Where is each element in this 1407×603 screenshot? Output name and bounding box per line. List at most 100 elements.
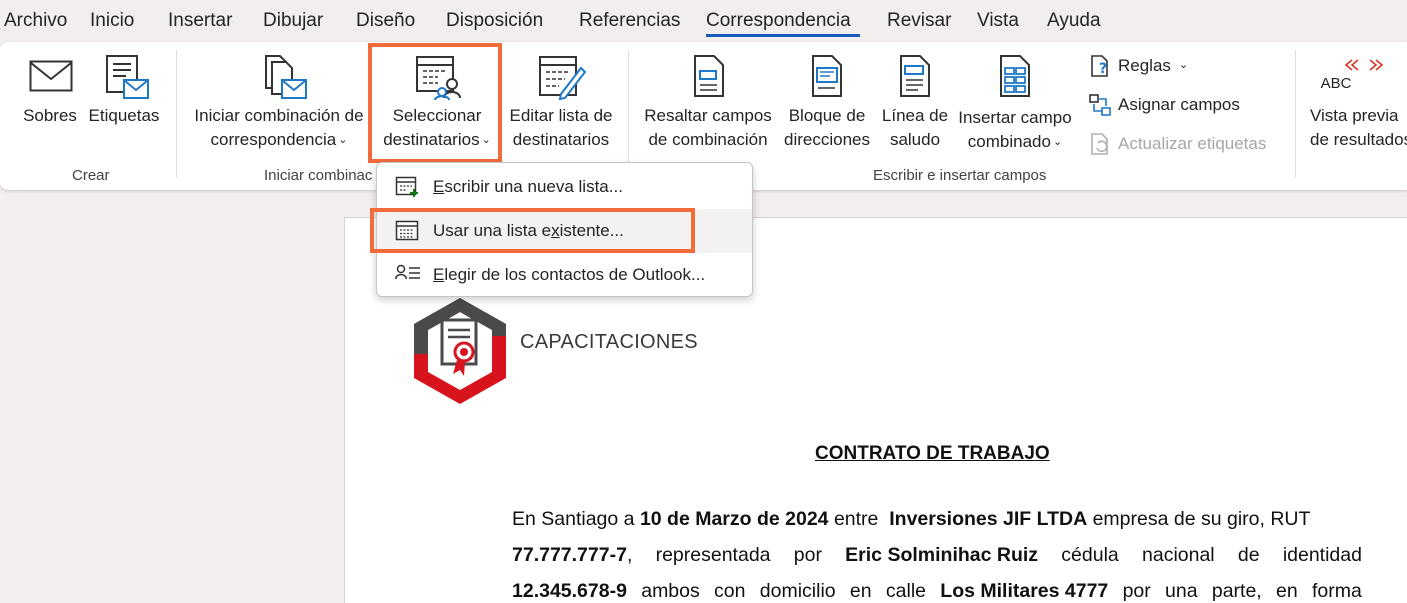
menu-item-contactos-outlook[interactable]: Elegir de los contactos de Outlook... (377, 253, 752, 297)
envelope-icon (29, 60, 73, 92)
match-fields-icon (1089, 94, 1111, 116)
rules-icon: ? (1091, 55, 1108, 77)
date-text: 10 de Marzo de 2024 (639, 508, 829, 530)
tab-vista[interactable]: Vista (977, 10, 1019, 32)
sobres-label: Sobres (23, 106, 77, 125)
paragraph-line-1: En Santiago a 10 de Marzo de 2024 entre … (512, 508, 1362, 531)
vista-label-2: de resultados (1310, 130, 1407, 149)
vista-previa-button[interactable]: ABC Vista previa de resultados (1306, 52, 1407, 156)
address-text: Los Militares 4777 (940, 580, 1109, 602)
etiquetas-button[interactable]: Etiquetas (86, 54, 162, 154)
id-number-text: 12.345.678-9 (512, 580, 627, 602)
linea-saludo-button[interactable]: Línea de saludo (878, 52, 952, 156)
document-title: CONTRATO DE TRABAJO (815, 443, 1050, 464)
resaltar-label-2: de combinación (648, 130, 768, 149)
rut-text: 77.777.777-7 (512, 544, 627, 566)
bloque-label-1: Bloque de (788, 106, 866, 125)
sobres-button[interactable]: Sobres (18, 54, 82, 154)
editar-label-1: Editar lista de (509, 106, 613, 125)
access-key: E (433, 177, 445, 196)
text-segment: con (714, 580, 746, 602)
actualizar-etiquetas-button[interactable]: Actualizar etiquetas (1088, 132, 1266, 156)
highlight-fields-icon (694, 55, 724, 97)
text-segment: entre (828, 508, 890, 530)
tab-disposicion[interactable]: Disposición (446, 10, 543, 32)
svg-text:?: ? (1099, 61, 1107, 77)
insertar-label-2-wrap: combinado ⌄ (952, 130, 1078, 156)
text-segment: representada (655, 544, 771, 566)
iniciar-label-1: Iniciar combinación de (194, 106, 364, 125)
text-segment: en (849, 580, 872, 602)
insertar-label-1: Insertar campo (958, 108, 1072, 127)
editar-lista-button[interactable]: Editar lista de destinatarios (503, 52, 619, 156)
highlight-box-seleccionar (368, 43, 502, 163)
company-name-text: Inversiones JIF LTDA (889, 508, 1088, 530)
menu-item-label: Escribir una nueva lista... (433, 177, 623, 197)
update-labels-icon (1091, 133, 1108, 155)
label-part: legir de los contactos de Outlook... (444, 265, 706, 284)
paragraph-line-2: 77.777.777-7, representada por Eric Solm… (512, 544, 1362, 567)
text-segment: cédula (1061, 544, 1119, 566)
tab-dibujar[interactable]: Dibujar (263, 10, 323, 32)
menu-item-label: Elegir de los contactos de Outlook... (433, 265, 705, 285)
reglas-button[interactable]: ? Reglas ⌄ (1088, 54, 1188, 78)
text-segment: calle (885, 580, 926, 602)
tab-inicio[interactable]: Inicio (90, 10, 134, 32)
tab-diseno[interactable]: Diseño (356, 10, 415, 32)
iniciar-combinacion-button[interactable]: Iniciar combinación de correspondencia ⌄ (186, 52, 372, 156)
paragraph-line-3: 12.345.678-9 ambos con domicilio en call… (512, 580, 1362, 603)
address-block-icon (812, 55, 842, 97)
chevron-down-icon: ⌄ (1178, 58, 1189, 71)
chevron-down-icon: ⌄ (1052, 136, 1063, 148)
group-separator (628, 50, 629, 178)
menu-tabs: Archivo Inicio Insertar Dibujar Diseño D… (0, 0, 1407, 42)
resaltar-label-1: Resaltar campos (644, 106, 772, 125)
tab-correspondencia[interactable]: Correspondencia (706, 10, 851, 32)
group-label-escribir: Escribir e insertar campos (873, 167, 1047, 184)
actualizar-label: Actualizar etiquetas (1118, 134, 1267, 153)
insertar-campo-combinado-button[interactable]: Insertar campo combinado ⌄ (952, 52, 1078, 158)
iniciar-label-2: correspondencia (210, 130, 337, 149)
representative-name-text: Eric Solminihac Ruiz (845, 544, 1039, 566)
asignar-campos-button[interactable]: Asignar campos (1088, 93, 1240, 117)
labels-icon (106, 55, 149, 99)
bloque-label-2: direcciones (784, 130, 870, 149)
text-segment: parte, (1211, 580, 1262, 602)
brand-name: CAPACITACIONES (520, 331, 698, 353)
active-tab-indicator (706, 34, 860, 37)
tab-referencias[interactable]: Referencias (579, 10, 680, 32)
insertar-label-2: combinado (967, 132, 1051, 151)
linea-label-1: Línea de (881, 106, 949, 125)
iniciar-label-2-wrap: correspondencia ⌄ (186, 128, 372, 154)
reglas-label: Reglas (1118, 56, 1171, 75)
group-label-iniciar: Iniciar combinac (264, 167, 373, 184)
text-segment: identidad (1282, 544, 1362, 566)
text-segment: empresa de su giro, RUT (1087, 508, 1311, 530)
tab-revisar[interactable]: Revisar (887, 10, 951, 32)
new-list-icon (395, 176, 418, 197)
text-segment: por (1122, 580, 1151, 602)
text-segment: por (793, 544, 822, 566)
text-segment: de (1237, 544, 1260, 566)
linea-label-2: saludo (889, 130, 941, 149)
edit-recipient-list-icon (539, 56, 587, 101)
tab-archivo[interactable]: Archivo (4, 10, 67, 32)
asignar-label: Asignar campos (1118, 95, 1240, 114)
label-part: scribir una nueva lista... (444, 177, 623, 196)
editar-label-2: destinatarios (512, 130, 610, 149)
highlight-box-lista-existente (370, 208, 695, 253)
text-segment: En Santiago a (512, 508, 640, 530)
tab-insertar[interactable]: Insertar (168, 10, 232, 32)
resaltar-campos-button[interactable]: Resaltar campos de combinación (640, 52, 776, 156)
menu-item-nueva-lista[interactable]: Escribir una nueva lista... (377, 165, 752, 209)
group-separator (176, 50, 177, 178)
text-segment: ambos (641, 580, 700, 602)
vista-label-1: Vista previa (1310, 106, 1399, 125)
greeting-line-icon (900, 55, 930, 97)
tab-ayuda[interactable]: Ayuda (1047, 10, 1101, 32)
etiquetas-label: Etiquetas (88, 106, 160, 125)
access-key: E (433, 265, 445, 284)
bloque-direcciones-button[interactable]: Bloque de direcciones (780, 52, 874, 156)
company-logo (414, 298, 506, 404)
text-segment: , (626, 544, 633, 566)
